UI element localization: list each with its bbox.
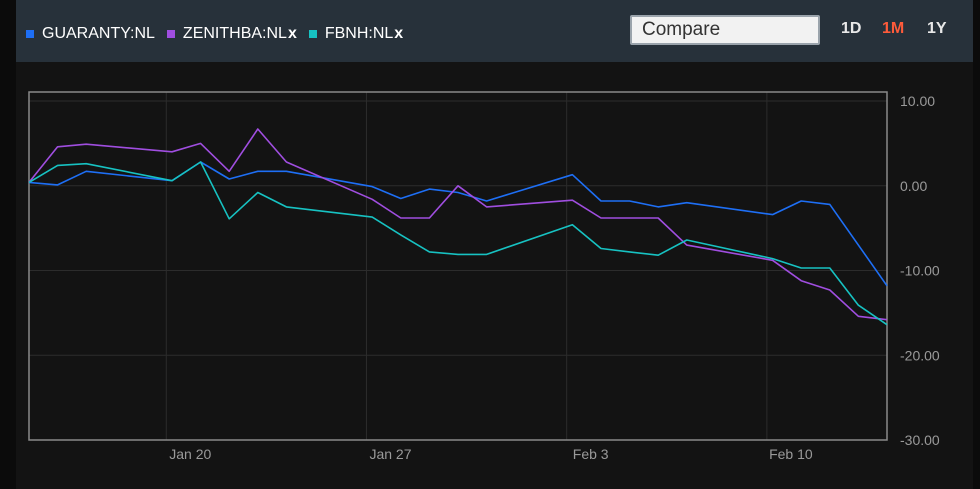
line-chart[interactable]: 10.00 0.00 -10.00 -20.00 -30.00 Jan 20 Jan 27… bbox=[0, 0, 980, 489]
y-tick-label: 0.00 bbox=[900, 178, 927, 194]
y-tick-label: -20.00 bbox=[900, 347, 940, 363]
series-lines bbox=[28, 128, 888, 326]
x-tick-label: Feb 10 bbox=[769, 446, 813, 462]
plot-area bbox=[28, 91, 888, 441]
y-tick-label: 10.00 bbox=[900, 93, 935, 109]
grid bbox=[29, 92, 887, 440]
series-line-zenithba-nl[interactable] bbox=[28, 128, 888, 321]
x-tick-label: Feb 3 bbox=[573, 446, 609, 462]
y-tick-label: -30.00 bbox=[900, 432, 940, 448]
x-tick-label: Jan 20 bbox=[169, 446, 211, 462]
x-axis: Jan 20 Jan 27 Feb 3 Feb 10 bbox=[169, 446, 813, 462]
x-tick-label: Jan 27 bbox=[369, 446, 411, 462]
y-axis: 10.00 0.00 -10.00 -20.00 -30.00 bbox=[900, 93, 940, 448]
series-line-guaranty-nl[interactable] bbox=[28, 161, 888, 287]
y-tick-label: -10.00 bbox=[900, 263, 940, 279]
